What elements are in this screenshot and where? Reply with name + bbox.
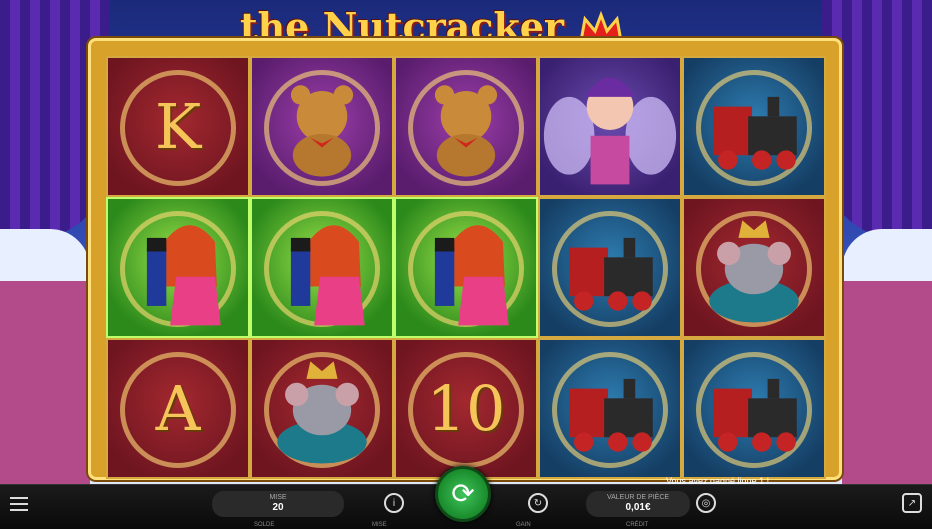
bet-selector[interactable]: MISE 20 (212, 491, 344, 517)
reel-grid: K A 10 (106, 56, 826, 479)
coin-value-selector[interactable]: VALEUR DE PIÈCE 0,01€ (586, 491, 690, 517)
nutcracker-girl-icon (290, 225, 365, 326)
reel-2-row-3 (250, 338, 394, 479)
toy-train-icon (569, 237, 653, 311)
reel-1-row-1: K (106, 56, 250, 197)
reel-2-row-1 (250, 56, 394, 197)
teddy-bear-icon (434, 85, 498, 177)
coins-icon[interactable]: ◎ (696, 493, 716, 513)
footer-labels: SOLDE MISE GAIN CRÉDIT (0, 522, 932, 529)
mouse-king-icon (277, 361, 367, 464)
autoplay-icon[interactable]: ↻ (528, 493, 548, 513)
reel-4-row-3 (538, 338, 682, 479)
castle-left (0, 229, 90, 489)
footer-gain: GAIN (516, 522, 531, 528)
toy-train-icon (713, 378, 797, 452)
symbol-K: K (154, 90, 202, 163)
coin-value: 0,01€ (625, 502, 651, 513)
reel-5-row-3 (682, 338, 826, 479)
bet-value: 20 (272, 502, 284, 513)
footer-solde: SOLDE (254, 522, 275, 528)
spin-icon: ⟳ (451, 478, 475, 509)
reel-1-row-2 (106, 197, 250, 338)
castle-right (842, 229, 932, 489)
teddy-bear-icon (290, 85, 354, 177)
coin-label: VALEUR DE PIÈCE (606, 494, 670, 501)
bet-label: MISE (269, 494, 287, 501)
reel-1-row-3: A (106, 338, 250, 479)
footer-mise: MISE (372, 522, 387, 528)
sugar-plum-fairy-icon (543, 77, 677, 185)
menu-icon[interactable] (10, 497, 28, 511)
nutcracker-girl-icon (146, 225, 221, 326)
reel-3-row-2 (394, 197, 538, 338)
reel-5-row-1 (682, 56, 826, 197)
footer-credit: CRÉDIT (626, 522, 649, 528)
reel-3-row-1 (394, 56, 538, 197)
exit-icon[interactable]: ↗ (902, 493, 922, 513)
toy-train-icon (713, 96, 797, 170)
reel-2-row-2 (250, 197, 394, 338)
reel-4-row-1 (538, 56, 682, 197)
mouse-king-icon (709, 220, 799, 323)
reel-5-row-2 (682, 197, 826, 338)
symbol-10: 10 (426, 372, 506, 445)
toy-train-icon (569, 378, 653, 452)
reel-4-row-2 (538, 197, 682, 338)
info-icon[interactable]: i (384, 493, 404, 513)
spin-button[interactable]: ⟳ (435, 466, 491, 522)
symbol-A: A (155, 372, 201, 445)
reel-3-row-3: 10 (394, 338, 538, 479)
nutcracker-girl-icon (434, 225, 509, 326)
